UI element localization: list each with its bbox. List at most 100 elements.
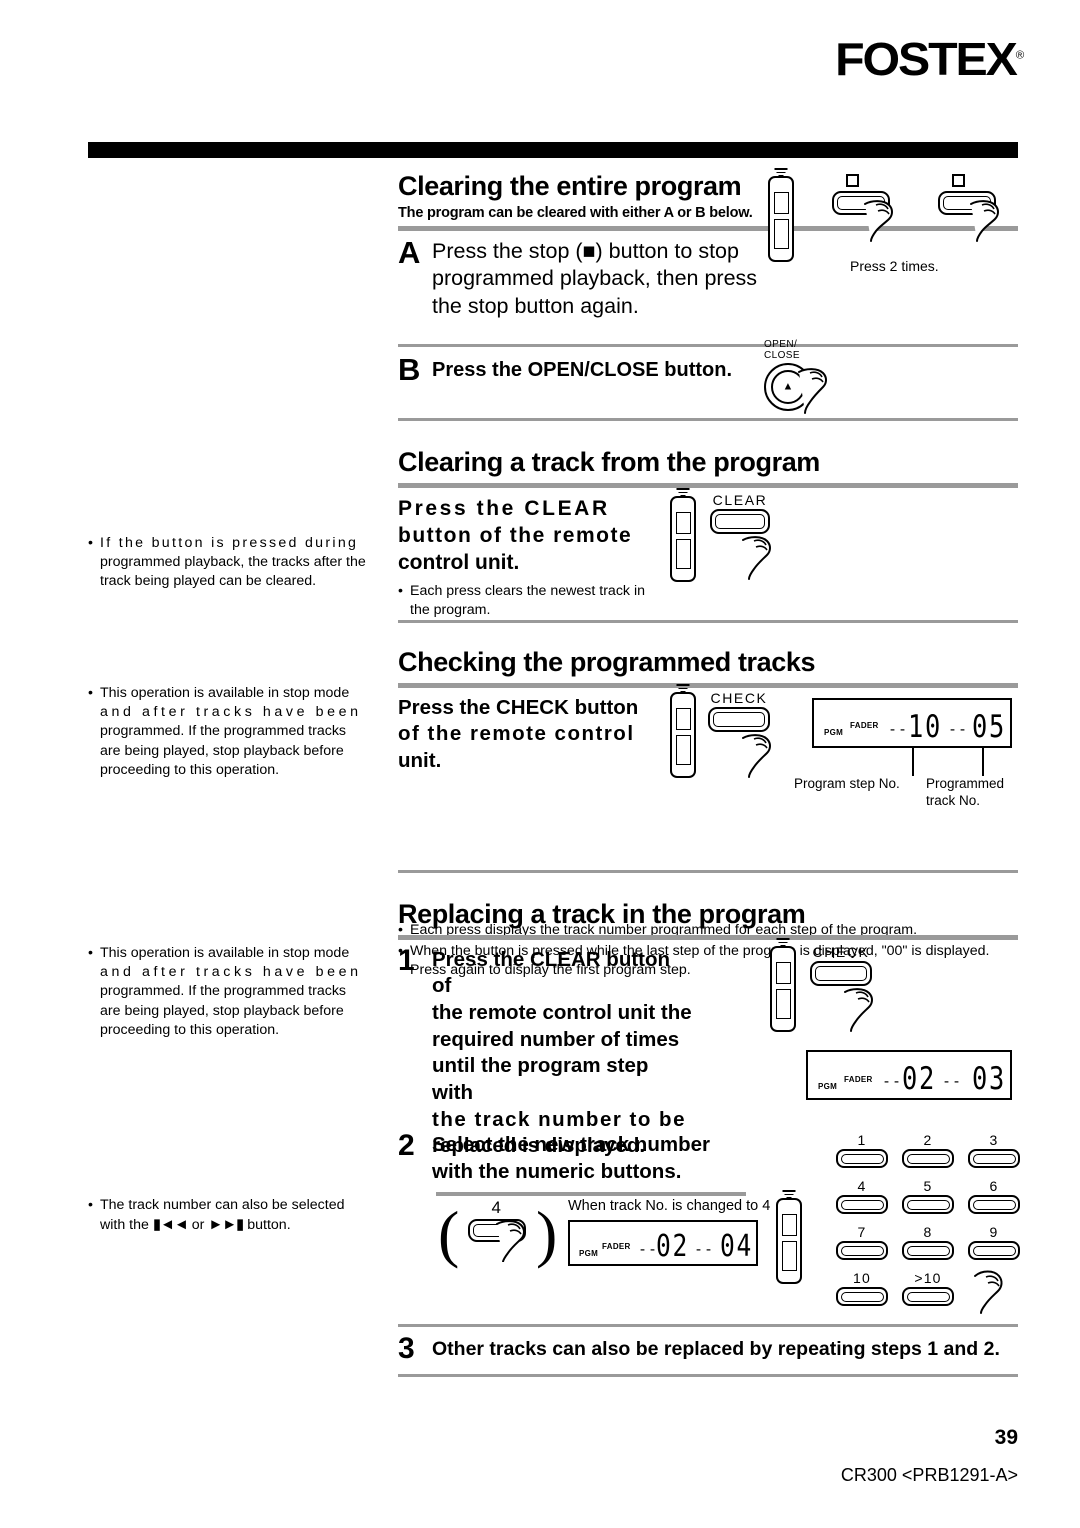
divider-after-section-2 (398, 612, 1018, 631)
step-a-text: Press the stop (■) button to stop progra… (432, 238, 757, 321)
key-1[interactable]: 1 (836, 1132, 888, 1168)
step-a: A Press the stop (■) button to stop prog… (398, 236, 1018, 321)
key-over-10-shape[interactable] (902, 1287, 954, 1306)
key-6-shape[interactable] (968, 1195, 1020, 1214)
open-close-button-illustration: OPEN/ CLOSE ▲ (764, 339, 827, 414)
clear-button-label: CLEAR (712, 492, 768, 508)
divider (398, 934, 1018, 940)
bullet-dot: • (88, 1197, 93, 1213)
margin-note-checking-tracks: • This operation is available in stop mo… (88, 684, 370, 780)
step-1-check-button-illustration: CHECK (810, 944, 873, 1032)
paren-left: ( (438, 1198, 460, 1269)
step-a-line-2: programmed playback, then press (432, 266, 758, 291)
fader-indicator: FADER (844, 1075, 873, 1084)
key-7-shape[interactable] (836, 1241, 888, 1260)
divider-after-section-1 (398, 410, 1018, 429)
key-2-shape[interactable] (902, 1149, 954, 1168)
pointing-hand-icon (742, 536, 771, 580)
bullet-dot: • (88, 535, 93, 551)
fostex-logo: FOSTEX® (834, 32, 1024, 86)
check-button-label: CHECK (710, 690, 768, 706)
key-2[interactable]: 2 (902, 1132, 954, 1168)
step-2-remote-illustration (776, 1190, 802, 1284)
key-4[interactable]: 4 (836, 1178, 888, 1214)
key-10-shape[interactable] (836, 1287, 888, 1306)
key-9[interactable]: 9 (968, 1224, 1020, 1260)
ir-emitter-icon (776, 936, 790, 947)
led-indicator-icon (846, 174, 859, 187)
check-button[interactable] (810, 961, 872, 986)
fader-indicator: FADER (850, 721, 879, 730)
margin-note-line-1: This operation is available in stop mode (100, 945, 350, 961)
step-1-text: Press the CLEAR button of the remote con… (432, 947, 692, 1160)
clear-button-illustration: CLEAR (710, 492, 771, 580)
remote-window-lower (676, 539, 691, 569)
brand-name: FOSTEX (834, 33, 1018, 85)
inset-divider (436, 1192, 746, 1196)
margin-note-line-5: proceeding to this operation. (100, 1021, 280, 1038)
pointing-hand-icon (974, 1270, 1003, 1314)
key-3[interactable]: 3 (968, 1132, 1020, 1168)
remote-window-upper (676, 512, 691, 534)
pointing-hand-icon (798, 368, 827, 414)
section-title: Clearing a track from the program (398, 447, 820, 477)
key-6-label: 6 (989, 1178, 999, 1194)
pgm-indicator: PGM (818, 1082, 838, 1091)
remote-window-lower (676, 735, 691, 765)
margin-note-line-2: and after tracks have been (100, 964, 362, 981)
step-2-line-1: Select the new track number (432, 1133, 710, 1156)
key-9-label: 9 (989, 1224, 999, 1240)
key-8[interactable]: 8 (902, 1224, 954, 1260)
margin-note-line-1: This operation is available in stop mode (100, 685, 350, 701)
key-8-shape[interactable] (902, 1241, 954, 1260)
step-a-line-1: Press the stop (■) button to stop (432, 238, 739, 263)
margin-note-text: This operation is available in stop mode… (100, 944, 370, 1040)
remote-window-lower (774, 219, 789, 249)
callout-programmed-track-line1: Programmed (926, 776, 1005, 791)
divider (398, 1324, 1018, 1327)
margin-note-line-2-pre: with the (100, 1217, 149, 1234)
model-code: CR300 <PRB1291-A> (840, 1465, 1018, 1485)
ir-emitter-icon (676, 682, 690, 693)
step-1-line-5: the track number to be (432, 1107, 686, 1131)
key-4-shape[interactable] (836, 1195, 888, 1214)
key-7-label: 7 (857, 1224, 867, 1240)
key-4-label: 4 (857, 1178, 867, 1194)
key-over-10[interactable]: >10 (902, 1270, 954, 1306)
key-7[interactable]: 7 (836, 1224, 888, 1260)
step-1-marker: 1 (398, 943, 415, 977)
remote-control-unit (670, 488, 696, 582)
divider (398, 870, 1018, 873)
programmed-track-value: 05 (972, 709, 1006, 745)
key-2-label: 2 (923, 1132, 933, 1148)
ir-emitter-icon (774, 166, 788, 177)
section-replacing-a-track: Replacing a track in the program 1 Press… (398, 899, 1018, 1160)
margin-note-text: If the button is pressed during programm… (100, 534, 370, 592)
pointing-hand-icon (844, 988, 873, 1032)
divider (398, 1373, 1018, 1377)
key-6[interactable]: 6 (968, 1178, 1020, 1214)
key-9-shape[interactable] (968, 1241, 1020, 1260)
open-close-label-line2: CLOSE (764, 349, 800, 361)
display-panel-step-2: PGM FADER -- 02 -- 04 (568, 1220, 758, 1266)
key-10[interactable]: 10 (836, 1270, 888, 1306)
step-1-line-3: required number of times (432, 1027, 680, 1051)
step-b: B Press the OPEN/CLOSE button. (398, 354, 1018, 385)
header-black-bar (88, 142, 1018, 158)
clear-button[interactable] (710, 509, 770, 534)
remote-control-unit (770, 938, 796, 1032)
margin-note-line-3: programmed. If the programmed tracks (100, 723, 347, 740)
step-2-text: Select the new track number with the num… (432, 1132, 732, 1185)
margin-note-line-5: proceeding to this operation. (100, 761, 280, 778)
display-panel-check: PGM FADER -- 10 -- 05 (812, 698, 1012, 748)
key-8-label: 8 (923, 1224, 933, 1240)
check-instruction-line-3: unit. (398, 748, 442, 772)
key-5-shape[interactable] (902, 1195, 954, 1214)
key-3-shape[interactable] (968, 1149, 1020, 1168)
programmed-track-value: 03 (972, 1061, 1006, 1097)
pointing-hand-icon (742, 734, 771, 778)
key-5[interactable]: 5 (902, 1178, 954, 1214)
check-button[interactable] (708, 707, 770, 732)
check-button-illustration: CHECK (708, 690, 771, 778)
key-1-shape[interactable] (836, 1149, 888, 1168)
